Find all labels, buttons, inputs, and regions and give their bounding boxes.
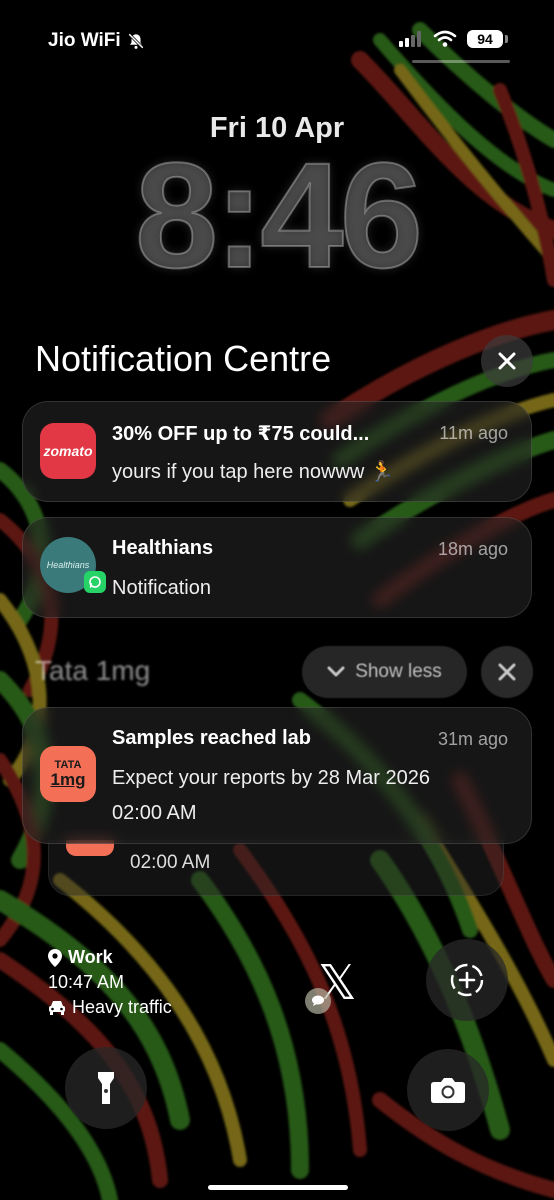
camera-icon: [431, 1078, 465, 1103]
close-icon: [498, 352, 516, 370]
notification-time: 31m ago: [437, 729, 508, 749]
location-pin-icon: [48, 948, 62, 967]
widget-time: 10:47 AM: [48, 972, 125, 992]
group-title: Tata 1mg: [35, 655, 151, 686]
battery-icon: 94: [467, 30, 508, 48]
bell-slash-icon: [127, 33, 144, 49]
notification-title: Healthians: [112, 537, 214, 559]
battery-level: 94: [467, 30, 503, 48]
widget-traffic: Heavy traffic: [72, 997, 172, 1017]
cellular-signal-icon: [399, 31, 421, 47]
status-carrier: Jio WiFi: [48, 30, 145, 52]
notification-body: yours if you tap here nowww 🏃: [112, 461, 395, 483]
notification-body-line: Expect your reports by 28 Mar 2026: [112, 767, 430, 789]
flashlight-icon: [98, 1072, 114, 1104]
notification-body-line: 02:00 AM: [112, 802, 197, 824]
zomato-app-icon: zomato: [40, 423, 96, 479]
location-widget[interactable]: Work 10:47 AM Heavy traffic: [48, 945, 172, 1020]
clear-all-button[interactable]: [481, 335, 533, 387]
notification-zomato[interactable]: zomato 30% OFF up to ₹75 could... 11m ag…: [22, 401, 532, 502]
notification-tata-1mg[interactable]: TATA 1mg Samples reached lab 31m ago Exp…: [22, 707, 532, 844]
tata-logo-bottom: 1mg: [50, 770, 86, 789]
lock-clock: 8:46: [134, 131, 424, 299]
stacked-notification-text: 02:00 AM: [130, 852, 211, 873]
home-indicator[interactable]: [208, 1185, 348, 1190]
tata-1mg-app-icon: TATA 1mg: [40, 746, 96, 802]
add-circle-icon: [450, 963, 484, 997]
healthians-logo-text: Healthians: [46, 560, 90, 570]
add-widget-button[interactable]: [426, 939, 508, 1021]
camera-button[interactable]: [407, 1049, 489, 1131]
flashlight-button[interactable]: [65, 1047, 147, 1129]
zomato-logo-text: zomato: [43, 443, 93, 459]
status-underline: [412, 60, 510, 63]
show-less-button[interactable]: Show less: [302, 646, 467, 698]
wifi-icon: [433, 30, 457, 47]
notification-time: 18m ago: [437, 539, 508, 559]
notification-title: Samples reached lab: [112, 727, 311, 749]
show-less-label: Show less: [355, 661, 442, 682]
status-indicators: 94: [399, 30, 508, 48]
notification-body: Notification: [112, 577, 211, 599]
stacked-notification[interactable]: 02:00 AM: [48, 840, 504, 896]
close-icon: [498, 663, 516, 681]
notification-healthians[interactable]: Healthians Healthians 18m ago Notificati…: [22, 517, 532, 618]
whatsapp-badge-icon: [84, 571, 106, 593]
notification-body: Expect your reports by 28 Mar 2026 02:00…: [112, 761, 430, 831]
carrier-label: Jio WiFi: [48, 30, 121, 51]
message-bubble-icon: [305, 988, 331, 1014]
clear-group-button[interactable]: [481, 646, 533, 698]
chevron-down-icon: [327, 666, 345, 677]
car-icon: [49, 1000, 65, 1015]
widget-location: Work: [68, 947, 113, 967]
widget-traffic-row: Heavy traffic: [48, 995, 172, 1020]
notification-centre-title: Notification Centre: [35, 338, 332, 379]
notification-title: 30% OFF up to ₹75 could...: [112, 423, 370, 445]
widget-location-row: Work: [48, 945, 172, 970]
notification-time: 11m ago: [439, 423, 508, 443]
